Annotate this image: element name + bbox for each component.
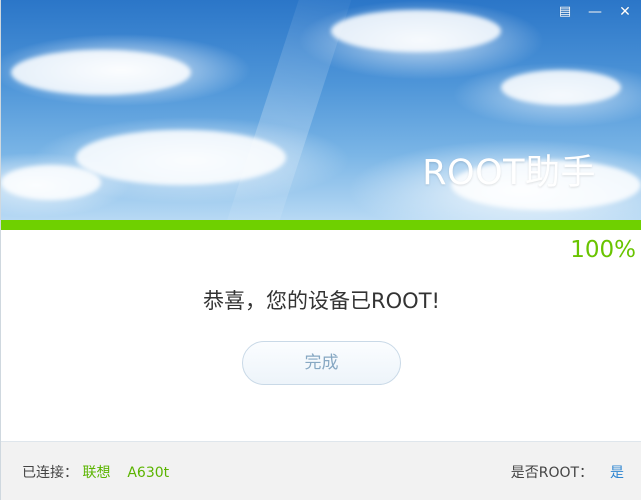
header-banner: ▤ — ✕ ROOT助手 bbox=[1, 0, 641, 220]
progress-bar bbox=[1, 220, 641, 230]
connection-label: 已连接： bbox=[22, 465, 78, 481]
root-value: 是 bbox=[610, 465, 624, 481]
cloud-shape bbox=[331, 10, 501, 52]
root-status: 是否ROOT： 是 bbox=[511, 462, 624, 482]
cloud-shape bbox=[11, 50, 191, 95]
window-controls: ▤ — ✕ bbox=[555, 4, 635, 20]
device-brand: 联想 bbox=[82, 465, 111, 481]
close-icon[interactable]: ✕ bbox=[615, 4, 635, 20]
progress-percentage: 100% bbox=[570, 237, 636, 263]
light-streak bbox=[212, 0, 360, 220]
app-title: ROOT助手 bbox=[422, 153, 596, 193]
menu-icon[interactable]: ▤ bbox=[555, 4, 575, 20]
connection-status: 已连接： 联想 A630t bbox=[22, 462, 169, 482]
root-helper-window: ▤ — ✕ ROOT助手 100% 恭喜，您的设备已ROOT! 完成 已连接： … bbox=[0, 0, 641, 500]
success-message: 恭喜，您的设备已ROOT! bbox=[203, 289, 440, 313]
done-button[interactable]: 完成 bbox=[242, 341, 401, 385]
device-model: A630t bbox=[127, 465, 170, 481]
cloud-shape bbox=[1, 165, 101, 200]
progress-fill bbox=[1, 220, 641, 230]
root-label: 是否ROOT： bbox=[510, 465, 594, 481]
status-footer: 已连接： 联想 A630t 是否ROOT： 是 bbox=[1, 441, 641, 500]
cloud-shape bbox=[501, 70, 621, 105]
minimize-icon[interactable]: — bbox=[585, 4, 605, 20]
